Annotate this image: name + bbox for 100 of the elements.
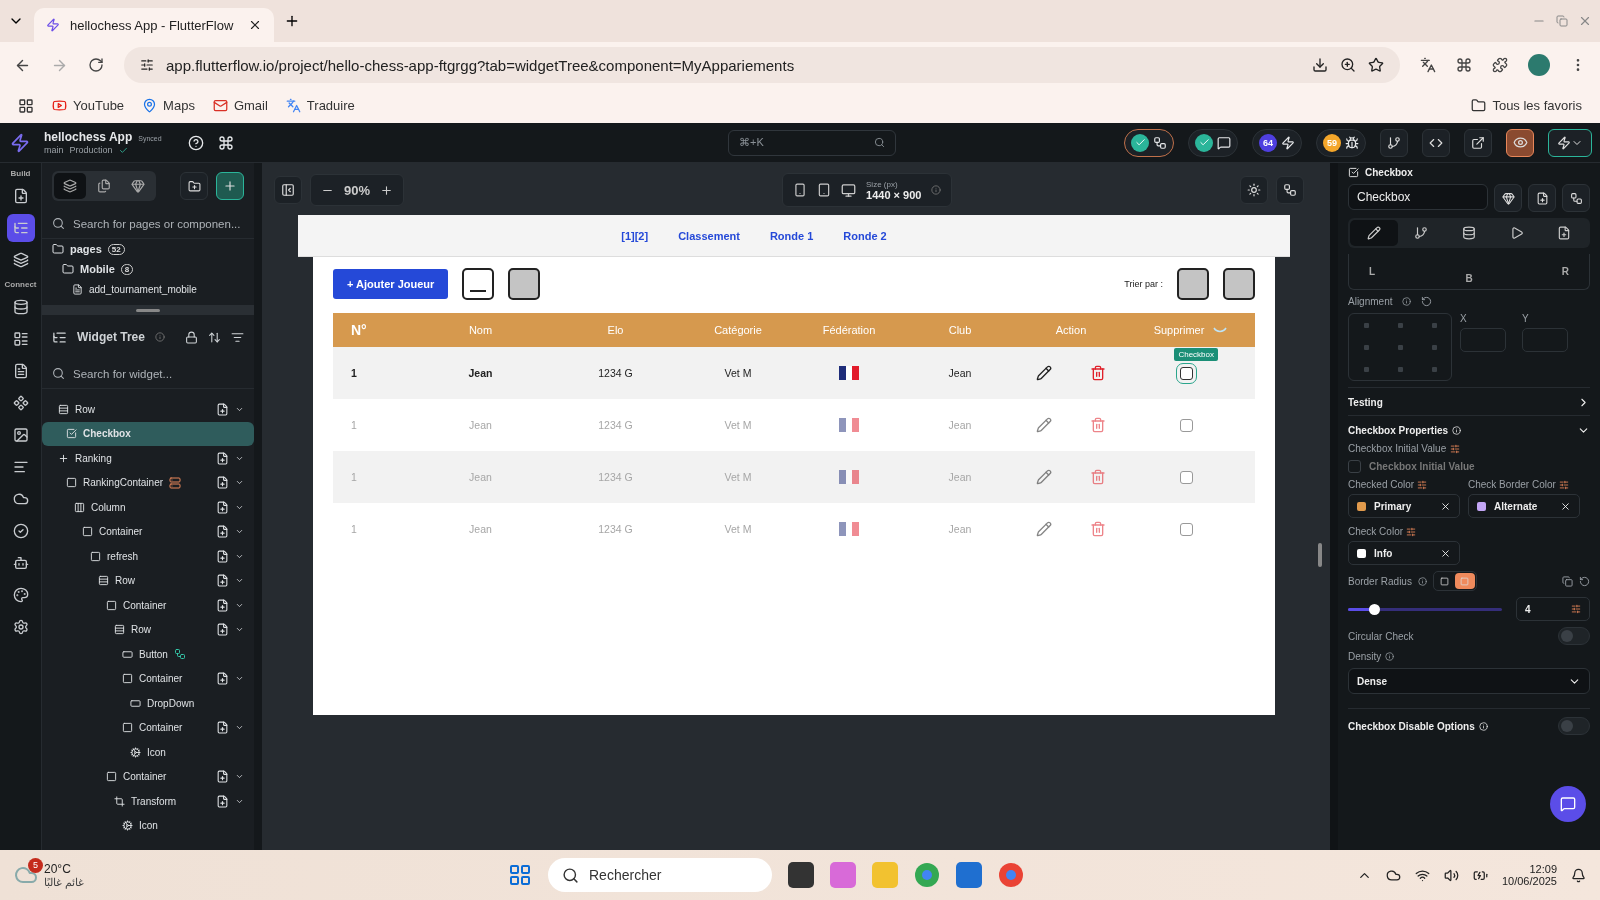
warnings-button[interactable]: 64 bbox=[1252, 128, 1302, 157]
widget-type: Checkbox bbox=[1365, 167, 1413, 178]
tooltip: Checkbox bbox=[1174, 348, 1218, 361]
tree-item[interactable]: Row bbox=[42, 617, 254, 642]
table-cell-text: Jean bbox=[468, 471, 493, 483]
table-cell-text: Vet M bbox=[723, 471, 753, 483]
tree-item[interactable]: Container bbox=[42, 519, 254, 544]
page-item[interactable]: add_tournament_mobile bbox=[42, 279, 254, 299]
table-cell-text: 1 bbox=[350, 419, 358, 431]
padding-label: L bbox=[1369, 266, 1377, 277]
tree-item[interactable]: Row bbox=[42, 568, 254, 593]
alignment-label: Alignment bbox=[1348, 296, 1393, 307]
bookmarks-folder[interactable]: Tous les favoris bbox=[1471, 98, 1582, 113]
column-header: Catégorie bbox=[713, 324, 763, 336]
table-cell-text: 1234 G bbox=[597, 523, 634, 535]
nav-link[interactable]: Classement bbox=[678, 229, 740, 242]
widget-name-field[interactable]: Checkbox bbox=[1348, 184, 1488, 210]
clock-date[interactable]: 10/06/2025 bbox=[1501, 875, 1557, 887]
tree-item[interactable]: Container bbox=[42, 593, 254, 618]
column-header: N° bbox=[350, 322, 368, 338]
browser-tab[interactable]: hellochess App - FlutterFlow bbox=[34, 8, 274, 42]
table-cell-text: 1 bbox=[350, 523, 358, 535]
pages-folder[interactable]: pages 52 bbox=[42, 239, 254, 259]
table-cell-text: 1234 G bbox=[597, 419, 634, 431]
field-label: Check Border Color bbox=[1468, 479, 1556, 490]
section-title: Checkbox Disable Options bbox=[1348, 720, 1475, 732]
column-header: Supprimer bbox=[1153, 324, 1205, 336]
zoom-level: 90% bbox=[344, 182, 371, 198]
size-value: 1440 × 900 bbox=[866, 188, 922, 201]
bookmark-link[interactable]: Traduire bbox=[285, 98, 355, 113]
tree-item[interactable]: refresh bbox=[42, 544, 254, 569]
table-cell-text: 1 bbox=[350, 367, 358, 379]
field-label: Checkbox Initial Value bbox=[1348, 443, 1447, 454]
nav-link[interactable]: [1][2] bbox=[621, 229, 649, 242]
section-title: Checkbox Properties bbox=[1348, 425, 1449, 436]
section-title[interactable]: Testing bbox=[1348, 397, 1383, 408]
radius-field[interactable]: 4 bbox=[1516, 597, 1590, 621]
checkbox-label: Checkbox Initial Value bbox=[1369, 461, 1475, 472]
y-label: Y bbox=[1522, 313, 1530, 324]
field-label: Check Color bbox=[1348, 526, 1404, 537]
column-header: Nom bbox=[467, 324, 494, 336]
padding-label: R bbox=[1560, 266, 1569, 277]
bookmark-link[interactable]: YouTube bbox=[52, 98, 125, 113]
add-player-button[interactable]: + Ajouter Joueur bbox=[333, 269, 449, 299]
command-search-field[interactable]: ⌘+K bbox=[728, 129, 896, 156]
tree-item[interactable]: DropDown bbox=[42, 691, 254, 716]
rail-section-label: Build bbox=[10, 169, 31, 178]
field-label: Border Radius bbox=[1348, 575, 1412, 587]
column-header: Club bbox=[947, 324, 973, 336]
tree-item[interactable]: Icon bbox=[42, 740, 254, 765]
tree-item[interactable]: RankingContainer bbox=[42, 470, 254, 495]
page-search-field[interactable]: Search for pages or componen... bbox=[42, 209, 254, 239]
table-cell-text: 1 bbox=[350, 471, 358, 483]
mobile-folder[interactable]: Mobile 8 bbox=[42, 259, 254, 279]
column-header: Fédération bbox=[821, 324, 877, 336]
table-cell-text: 1234 G bbox=[597, 367, 634, 379]
table-cell-text: Jean bbox=[947, 419, 973, 431]
padding-label: B bbox=[1464, 272, 1474, 284]
color-picker[interactable]: Primary bbox=[1348, 494, 1460, 518]
address-bar[interactable]: app.flutterflow.io/project/hello-chess-app-ftgrgg?tab=widgetTree&component=MyAppariements bbox=[124, 47, 1400, 83]
bookmark-link[interactable]: Maps bbox=[142, 98, 195, 113]
column-header: Elo bbox=[606, 324, 625, 336]
sort-label: Trier par : bbox=[1124, 279, 1163, 289]
tree-item[interactable]: Container bbox=[42, 715, 254, 740]
tree-item[interactable]: Row bbox=[42, 397, 254, 422]
tree-item[interactable]: Column bbox=[42, 495, 254, 520]
taskbar-search-field[interactable]: Rechercher bbox=[548, 858, 772, 892]
clock-time[interactable]: 12:09 bbox=[1529, 863, 1557, 875]
tree-item[interactable]: Container bbox=[42, 764, 254, 789]
tree-item[interactable]: Container bbox=[42, 666, 254, 691]
nav-link[interactable]: Ronde 2 bbox=[843, 229, 887, 242]
table-cell-text: Jean bbox=[467, 367, 494, 379]
environment-label[interactable]: Production bbox=[69, 145, 113, 155]
field-label: Circular Check bbox=[1348, 630, 1414, 642]
color-picker[interactable]: Alternate bbox=[1468, 494, 1580, 518]
density-dropdown[interactable]: Dense bbox=[1348, 668, 1590, 694]
nav-link[interactable]: Ronde 1 bbox=[769, 229, 814, 242]
temperature: 20°C bbox=[44, 861, 72, 876]
table-cell-text: Jean bbox=[468, 523, 493, 535]
table-cell-text: 1234 G bbox=[597, 471, 634, 483]
panel-title: Widget Tree bbox=[77, 330, 145, 344]
tree-item[interactable]: Ranking bbox=[42, 446, 254, 471]
tree-item[interactable]: Icon bbox=[42, 813, 254, 838]
notification-badge: 5 bbox=[28, 857, 43, 873]
size-label: Size (px) bbox=[866, 179, 899, 189]
branch-label[interactable]: main bbox=[44, 145, 64, 155]
table-cell-text: Jean bbox=[947, 471, 973, 483]
table-cell-text: Vet M bbox=[723, 419, 753, 431]
field-label: Checked Color bbox=[1348, 479, 1415, 490]
tree-item[interactable]: Button bbox=[42, 642, 254, 667]
color-picker[interactable]: Info bbox=[1348, 541, 1460, 565]
widget-search-field[interactable]: Search for widget... bbox=[42, 359, 254, 389]
tree-item[interactable]: Checkbox bbox=[42, 421, 254, 446]
field-label: Density bbox=[1348, 651, 1382, 662]
rail-section-label: Connect bbox=[4, 280, 37, 289]
bookmark-link[interactable]: Gmail bbox=[212, 98, 268, 113]
tree-item[interactable]: Transform bbox=[42, 789, 254, 814]
table-cell-text: Jean bbox=[947, 367, 973, 379]
table-cell-text: Vet M bbox=[723, 367, 753, 379]
weather-text: غائم غالبًا bbox=[44, 875, 85, 889]
